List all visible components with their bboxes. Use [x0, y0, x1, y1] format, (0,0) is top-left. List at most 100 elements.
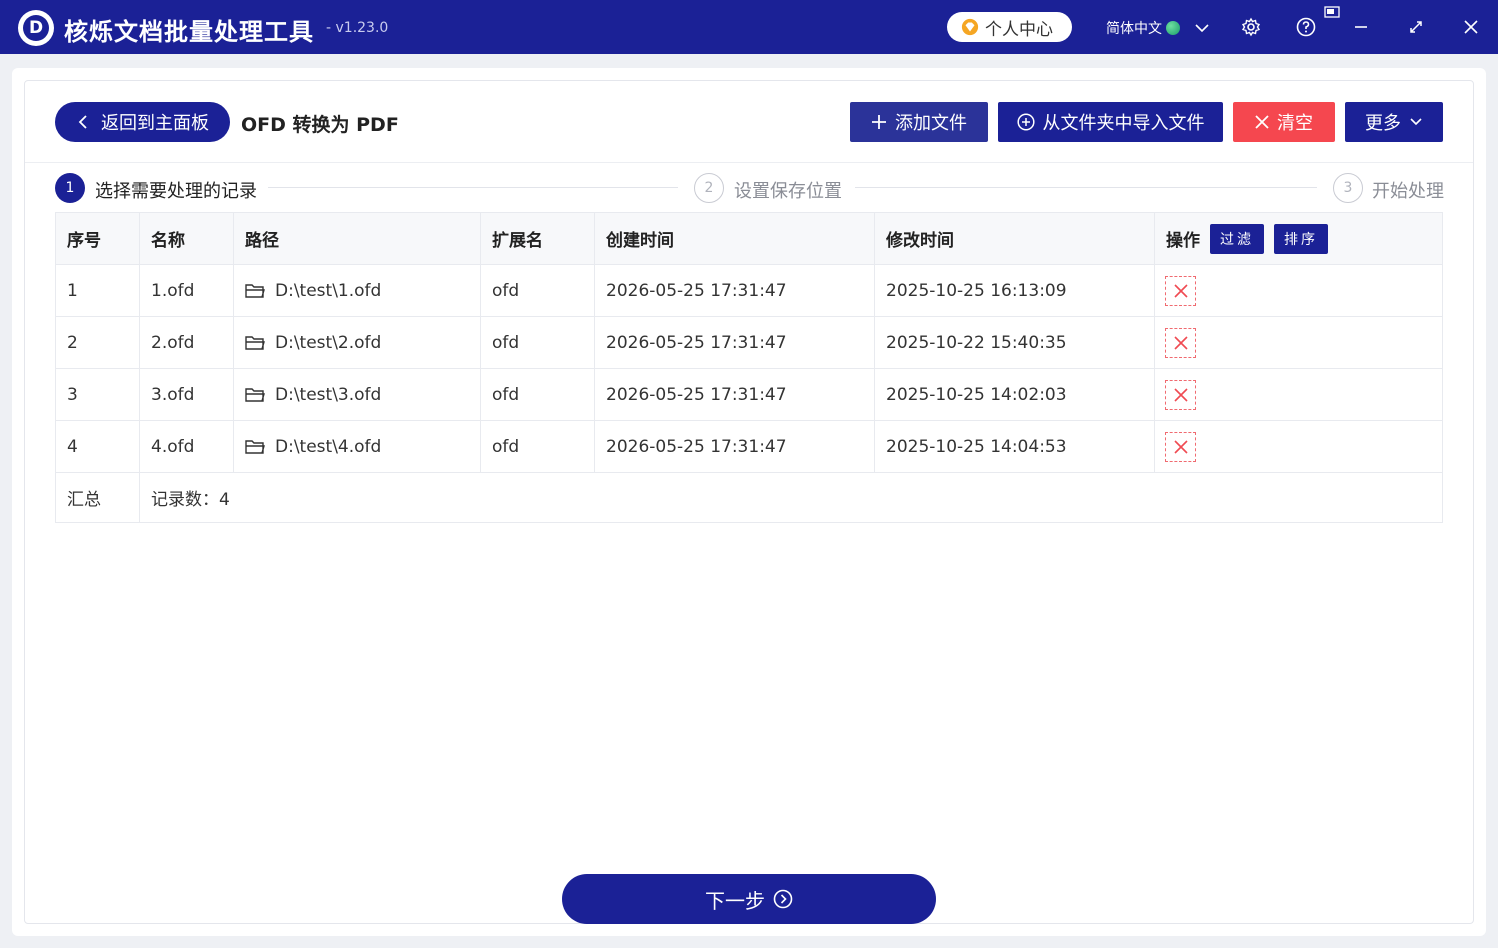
globe-icon	[1166, 21, 1180, 35]
chevron-down-icon	[1195, 24, 1209, 33]
cell-path[interactable]: D:\test\3.ofd	[234, 369, 481, 420]
folder-icon	[245, 439, 265, 454]
maximize-icon	[1410, 21, 1422, 33]
plus-circle-icon	[1016, 113, 1035, 131]
folder-icon	[245, 283, 265, 298]
cell-modified: 2025-10-25 14:02:03	[875, 369, 1155, 420]
clear-label: 清空	[1277, 113, 1313, 134]
cell-created: 2026-05-25 17:31:47	[595, 421, 875, 472]
window-pin-icon	[1324, 6, 1340, 18]
step-2-number: 2	[694, 173, 724, 203]
cell-modified: 2025-10-25 16:13:09	[875, 265, 1155, 316]
app-title: 核烁文档批量处理工具	[64, 18, 314, 46]
header-action-label: 操作	[1166, 231, 1200, 251]
cell-index: 4	[56, 421, 140, 472]
cell-action	[1155, 265, 1442, 316]
chevron-down-icon	[1410, 118, 1422, 126]
maximize-button[interactable]	[1405, 16, 1427, 38]
header-ext: 扩展名	[481, 213, 595, 264]
help-icon	[1296, 17, 1316, 37]
cell-ext: ofd	[481, 421, 595, 472]
table-header: 序号 名称 路径 扩展名 创建时间 修改时间 操作 过滤 排序	[56, 213, 1442, 265]
import-folder-label: 从文件夹中导入文件	[1042, 113, 1205, 134]
page-title: OFD 转换为 PDF	[241, 114, 399, 136]
table-summary-row: 汇总 记录数：4	[56, 473, 1442, 522]
header-created: 创建时间	[595, 213, 875, 264]
delete-button[interactable]	[1165, 327, 1196, 358]
cell-path[interactable]: D:\test\2.ofd	[234, 317, 481, 368]
cell-ext: ofd	[481, 265, 595, 316]
step-3-number: 3	[1333, 173, 1363, 203]
file-table: 序号 名称 路径 扩展名 创建时间 修改时间 操作 过滤 排序 1 1.ofd …	[55, 212, 1443, 523]
more-button[interactable]: 更多	[1345, 102, 1443, 142]
plus-icon	[872, 115, 886, 129]
arrow-circle-right-icon	[773, 889, 793, 909]
delete-icon	[1173, 387, 1188, 402]
next-step-button[interactable]: 下一步	[562, 874, 936, 924]
step-3-label: 开始处理	[1372, 181, 1444, 202]
table-row: 4 4.ofd D:\test\4.ofd ofd 2026-05-25 17:…	[56, 421, 1442, 473]
app-logo: D	[18, 10, 54, 46]
cell-path[interactable]: D:\test\4.ofd	[234, 421, 481, 472]
cell-action	[1155, 317, 1442, 368]
cell-name: 3.ofd	[140, 369, 234, 420]
delete-button[interactable]	[1165, 275, 1196, 306]
cell-modified: 2025-10-25 14:04:53	[875, 421, 1155, 472]
close-icon	[1464, 20, 1478, 34]
folder-icon	[245, 335, 265, 350]
app-version: - v1.23.0	[326, 20, 389, 36]
back-label: 返回到主面板	[101, 113, 209, 134]
path-text: D:\test\2.ofd	[275, 332, 382, 353]
cell-name: 1.ofd	[140, 265, 234, 316]
path-text: D:\test\3.ofd	[275, 384, 382, 405]
settings-button[interactable]	[1240, 16, 1262, 38]
table-row: 2 2.ofd D:\test\2.ofd ofd 2026-05-25 17:…	[56, 317, 1442, 369]
import-folder-button[interactable]: 从文件夹中导入文件	[998, 102, 1223, 142]
cell-modified: 2025-10-22 15:40:35	[875, 317, 1155, 368]
step-1-number: 1	[55, 173, 85, 203]
header-modified: 修改时间	[875, 213, 1155, 264]
folder-icon	[245, 387, 265, 402]
filter-button[interactable]: 过滤	[1210, 223, 1264, 254]
back-to-main-button[interactable]: 返回到主面板	[55, 102, 230, 142]
cell-created: 2026-05-25 17:31:47	[595, 317, 875, 368]
gear-icon	[1241, 17, 1261, 37]
path-text: D:\test\4.ofd	[275, 436, 382, 457]
cell-name: 2.ofd	[140, 317, 234, 368]
cell-action	[1155, 369, 1442, 420]
logo-letter: D	[23, 15, 49, 41]
add-file-label: 添加文件	[895, 113, 967, 134]
header-name: 名称	[140, 213, 234, 264]
sort-button[interactable]: 排序	[1274, 223, 1328, 254]
language-label: 简体中文	[1106, 21, 1162, 37]
cell-action	[1155, 421, 1442, 472]
cell-name: 4.ofd	[140, 421, 234, 472]
cell-index: 1	[56, 265, 140, 316]
user-center-label: 个人中心	[985, 19, 1053, 40]
close-button[interactable]	[1460, 16, 1482, 38]
language-selector[interactable]: 简体中文	[1106, 18, 1212, 38]
minimize-button[interactable]	[1350, 16, 1372, 38]
cell-created: 2026-05-25 17:31:47	[595, 265, 875, 316]
more-label: 更多	[1365, 113, 1401, 134]
header-action: 操作 过滤 排序	[1155, 213, 1442, 264]
header-path: 路径	[234, 213, 481, 264]
step-1-label: 选择需要处理的记录	[95, 181, 257, 202]
cell-path[interactable]: D:\test\1.ofd	[234, 265, 481, 316]
help-button[interactable]	[1295, 16, 1317, 38]
add-file-button[interactable]: 添加文件	[850, 102, 988, 142]
delete-icon	[1173, 283, 1188, 298]
table-row: 3 3.ofd D:\test\3.ofd ofd 2026-05-25 17:…	[56, 369, 1442, 421]
x-icon	[1255, 115, 1269, 129]
delete-icon	[1173, 335, 1188, 350]
pin-button[interactable]	[1322, 4, 1342, 20]
step-connector	[855, 187, 1317, 188]
title-bar: D 核烁文档批量处理工具 - v1.23.0 个人中心 简体中文	[0, 0, 1498, 54]
step-2-label: 设置保存位置	[734, 181, 842, 202]
clear-button[interactable]: 清空	[1233, 102, 1335, 142]
delete-button[interactable]	[1165, 379, 1196, 410]
cell-index: 3	[56, 369, 140, 420]
user-center-button[interactable]: 个人中心	[947, 12, 1072, 42]
delete-button[interactable]	[1165, 431, 1196, 462]
cell-ext: ofd	[481, 369, 595, 420]
